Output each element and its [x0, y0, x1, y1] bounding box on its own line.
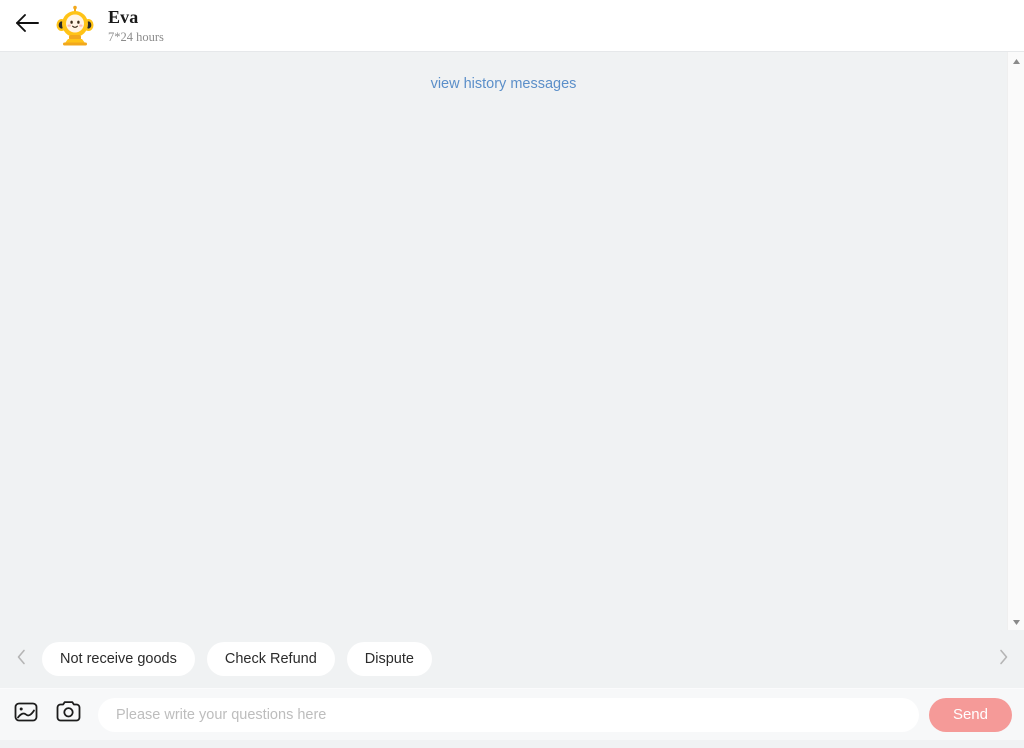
- scroll-up-button[interactable]: [1008, 52, 1024, 69]
- quick-reply-chip[interactable]: Not receive goods: [42, 641, 195, 677]
- chat-area-wrapper: view history messages: [0, 52, 1024, 630]
- vertical-scrollbar[interactable]: [1007, 52, 1024, 630]
- header-text-block: Eva 7*24 hours: [108, 7, 164, 44]
- chat-header: Eva 7*24 hours: [0, 0, 1024, 52]
- bottom-safe-area: [0, 740, 1024, 748]
- image-gallery-icon: [13, 699, 39, 730]
- page-title: Eva: [108, 6, 139, 27]
- quick-reply-chip[interactable]: Dispute: [346, 641, 432, 677]
- quick-reply-next-button[interactable]: [988, 644, 1018, 674]
- message-input[interactable]: [98, 697, 919, 732]
- camera-icon: [55, 699, 82, 730]
- view-history-messages-link[interactable]: view history messages: [0, 70, 1007, 98]
- gallery-button[interactable]: [10, 699, 42, 731]
- scroll-up-arrow-icon: [1012, 52, 1021, 70]
- agent-availability: 7*24 hours: [108, 29, 164, 44]
- quick-reply-bar: Not receive goods Check Refund Dispute: [0, 630, 1024, 688]
- back-button[interactable]: [8, 7, 46, 45]
- quick-reply-chip[interactable]: Check Refund: [206, 641, 335, 677]
- quick-reply-prev-button[interactable]: [6, 644, 36, 674]
- avatar: [54, 5, 96, 47]
- back-arrow-icon: [14, 12, 40, 39]
- message-list[interactable]: view history messages: [0, 52, 1007, 630]
- quick-reply-chip-list: Not receive goods Check Refund Dispute: [36, 641, 988, 677]
- scroll-down-arrow-icon: [1012, 613, 1021, 631]
- chevron-right-icon: [998, 649, 1009, 670]
- scroll-down-button[interactable]: [1008, 613, 1024, 630]
- message-composer: Send: [0, 688, 1024, 740]
- camera-button[interactable]: [52, 699, 84, 731]
- scrollbar-track[interactable]: [1007, 69, 1024, 613]
- chat-support-screen: Eva 7*24 hours view history messages Not…: [0, 0, 1024, 748]
- send-button[interactable]: Send: [928, 697, 1012, 732]
- chevron-left-icon: [16, 649, 27, 670]
